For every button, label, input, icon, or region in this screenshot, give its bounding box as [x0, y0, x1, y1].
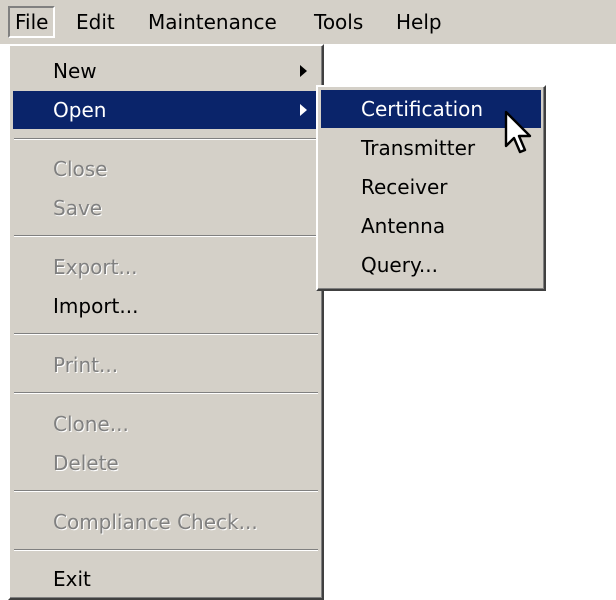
file-menu-item-export: Export...: [13, 248, 319, 286]
menubar-item-tools[interactable]: Tools: [308, 6, 369, 38]
file-menu-item-compliance-check: Compliance Check...: [13, 503, 319, 541]
menu-separator: [14, 333, 318, 335]
file-menu: New Open Close Save Export... Import... …: [8, 44, 324, 600]
menu-item-label: Clone...: [53, 412, 129, 436]
submenu-arrow-icon: [300, 65, 307, 77]
file-menu-item-open[interactable]: Open: [13, 91, 319, 129]
file-menu-item-exit[interactable]: Exit: [13, 560, 319, 598]
menubar-item-edit[interactable]: Edit: [70, 6, 121, 38]
menu-separator: [14, 549, 318, 551]
menu-item-label: Open: [53, 98, 107, 122]
menubar-item-help[interactable]: Help: [390, 6, 448, 38]
submenu-item-antenna[interactable]: Antenna: [321, 207, 541, 245]
menu-separator: [14, 235, 318, 237]
file-menu-item-print: Print...: [13, 346, 319, 384]
file-menu-item-clone: Clone...: [13, 405, 319, 443]
menu-item-label: Compliance Check...: [53, 510, 258, 534]
menu-item-label: Receiver: [361, 175, 448, 199]
menu-separator: [14, 392, 318, 394]
menu-item-label: Certification: [361, 97, 484, 121]
menu-item-label: Close: [53, 157, 108, 181]
menu-item-label: Print...: [53, 353, 119, 377]
mouse-pointer-icon: [504, 110, 532, 154]
menu-item-label: Delete: [53, 451, 119, 475]
menubar-item-file[interactable]: File: [8, 6, 56, 38]
file-menu-item-close: Close: [13, 150, 319, 188]
file-menu-item-delete: Delete: [13, 444, 319, 482]
file-menu-item-save: Save: [13, 189, 319, 227]
menu-item-label: Export...: [53, 255, 138, 279]
submenu-arrow-icon: [300, 104, 307, 116]
menu-separator: [14, 490, 318, 492]
file-menu-item-new[interactable]: New: [13, 52, 319, 90]
menu-item-label: Query...: [361, 253, 439, 277]
application-window: File Edit Maintenance Tools Help New Ope…: [0, 0, 616, 600]
submenu-item-query[interactable]: Query...: [321, 246, 541, 284]
menu-item-label: Exit: [53, 567, 91, 591]
menu-item-label: Save: [53, 196, 103, 220]
menu-separator: [14, 138, 318, 140]
menubar-item-maintenance[interactable]: Maintenance: [142, 6, 283, 38]
submenu-item-receiver[interactable]: Receiver: [321, 168, 541, 206]
menu-item-label: Antenna: [361, 214, 446, 238]
menu-item-label: New: [53, 59, 97, 83]
menu-item-label: Transmitter: [361, 136, 476, 160]
menu-bar: File Edit Maintenance Tools Help: [0, 0, 616, 44]
file-menu-item-import[interactable]: Import...: [13, 287, 319, 325]
menu-item-label: Import...: [53, 294, 139, 318]
